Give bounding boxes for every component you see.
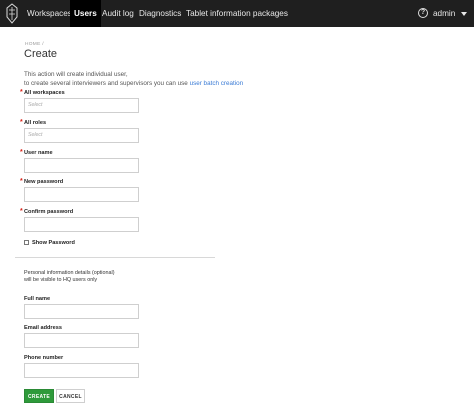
- intro-text: This action will create individual user,…: [24, 71, 243, 88]
- app-logo-icon[interactable]: [5, 3, 19, 24]
- new-password-label: New password: [24, 179, 64, 185]
- confirm-password-input[interactable]: [24, 217, 139, 232]
- nav-users[interactable]: Users: [70, 0, 101, 27]
- user-batch-creation-link[interactable]: user batch creation: [190, 80, 244, 87]
- user-menu[interactable]: admin: [433, 0, 455, 27]
- intro-line-2: to create several interviewers and super…: [24, 79, 244, 87]
- workspaces-label: All workspaces: [24, 90, 65, 96]
- phone-label: Phone number: [24, 355, 64, 361]
- required-marker: *: [20, 119, 23, 126]
- workspaces-select[interactable]: Select: [24, 98, 139, 113]
- nav-tablet-info-packages[interactable]: Tablet information packages: [186, 0, 288, 27]
- required-marker: *: [20, 89, 23, 96]
- full-name-input[interactable]: [24, 304, 139, 319]
- roles-label: All roles: [24, 120, 47, 126]
- required-marker: *: [20, 208, 23, 215]
- cancel-button[interactable]: CANCEL: [56, 389, 85, 403]
- required-marker: *: [20, 178, 23, 185]
- page-title: Create: [24, 48, 58, 60]
- chevron-down-icon[interactable]: [461, 12, 467, 16]
- breadcrumb-home[interactable]: HOME: [25, 42, 41, 47]
- email-label: Email address: [24, 325, 62, 331]
- nav-diagnostics[interactable]: Diagnostics: [139, 0, 181, 27]
- breadcrumb: HOME /: [25, 42, 44, 47]
- help-icon[interactable]: ?: [418, 8, 428, 18]
- required-marker: *: [20, 149, 23, 156]
- top-navbar: Workspaces Users Audit log Diagnostics T…: [0, 0, 474, 27]
- show-password-checkbox[interactable]: [24, 240, 29, 245]
- roles-select[interactable]: Select: [24, 128, 139, 143]
- section-divider: [15, 257, 215, 258]
- full-name-label: Full name: [24, 296, 51, 302]
- show-password-label[interactable]: Show Password: [32, 240, 75, 246]
- personal-info-note: Personal information details (optional) …: [24, 270, 115, 283]
- username-input[interactable]: [24, 158, 139, 173]
- new-password-input[interactable]: [24, 187, 139, 202]
- phone-input[interactable]: [24, 363, 139, 378]
- nav-workspaces[interactable]: Workspaces: [27, 0, 72, 27]
- create-button[interactable]: CREATE: [24, 389, 54, 403]
- intro-line-1: This action will create individual user,: [24, 71, 128, 78]
- confirm-password-label: Confirm password: [24, 209, 74, 215]
- nav-audit-log[interactable]: Audit log: [102, 0, 134, 27]
- email-input[interactable]: [24, 333, 139, 348]
- username-label: User name: [24, 150, 53, 156]
